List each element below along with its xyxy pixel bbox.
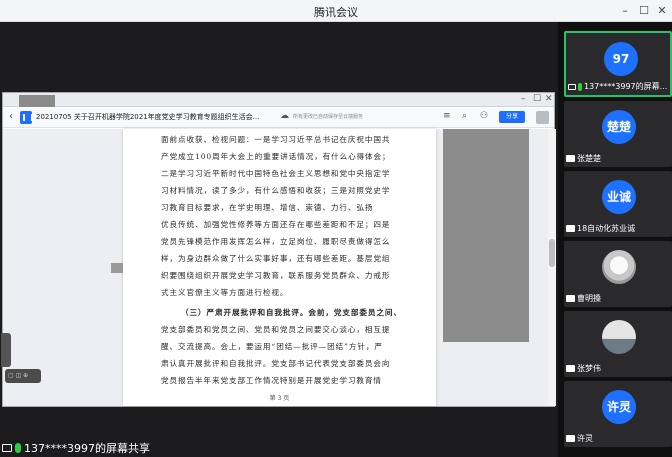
maximize-icon[interactable]: ☐ (533, 94, 541, 104)
screen-share-icon (2, 444, 12, 452)
doc-line: （三）严肃开展批评和自我批评。会前，党支部委员之间、 (181, 308, 402, 317)
camera-icon (566, 225, 575, 232)
document-toolbar: ‹ 20210705 关于召开机器学院2021年度党史学习教育专题组织生活会..… (3, 108, 554, 128)
mic-icon (578, 82, 582, 91)
shared-document-window: – ☐ ✕ ‹ 20210705 关于召开机器学院2021年度党史学习教育专题组… (1, 92, 556, 407)
search-icon[interactable]: ⌕ (462, 111, 467, 121)
camera-icon (566, 365, 575, 372)
window-title: 腾讯会议 (314, 6, 358, 19)
title-bar: 腾讯会议 – ☐ ✕ (0, 0, 672, 22)
redacted-region (443, 129, 529, 342)
side-panel-tab[interactable] (1, 333, 11, 367)
screen-share-icon (568, 83, 576, 90)
participant-name: 曹明搡 (577, 294, 601, 303)
close-icon[interactable]: ✕ (655, 4, 669, 18)
doc-line: 式主义官僚主义等方面进行检视。 (161, 288, 289, 297)
participant-name: 137****3997的屏幕... (584, 82, 668, 91)
doc-line: 二是学习习近平新时代中国特色社会主义思想和党中央指定学 (161, 169, 391, 178)
doc-line: 习材料情况，读了多少，有什么感悟和收获；三是对照党史学 (161, 186, 391, 195)
scroll-thumb[interactable] (549, 239, 555, 267)
participant-tile[interactable]: 张梦伟 (564, 311, 672, 377)
avatar: 97 (604, 42, 638, 76)
floating-toolbar[interactable]: ▢ ◫ ⊕ (5, 369, 41, 383)
doc-line: 醒、交流提高。会上，要运用“团结—批评—团结”方针，严 (161, 342, 383, 351)
doc-line: 面前点收获、检视问题：一是学习习近平总书记在庆祝中国共 (161, 135, 391, 144)
share-button[interactable]: 分享 (499, 111, 525, 123)
redacted-tab (19, 95, 55, 107)
browser-tab-bar: – ☐ ✕ (3, 93, 554, 107)
avatar[interactable] (536, 111, 549, 124)
participant-name: 18自动化苏业诚 (577, 224, 636, 233)
doc-line: 习教育目标要求，在学史明理、增信、崇德、力行、弘扬 (161, 203, 374, 212)
participant-label: 张梦伟 (566, 363, 601, 374)
add-user-icon[interactable]: ⚇ (480, 111, 488, 121)
avatar (602, 250, 636, 284)
meeting-app: 腾讯会议 – ☐ ✕ – ☐ ✕ ‹ 20210705 关于召开机器学院2021… (0, 0, 672, 457)
participant-label: 张楚楚 (566, 153, 601, 164)
doc-line: 优良传统、加强党性修养等方面还存在哪些差距和不足；四是 (161, 220, 391, 229)
back-arrow-icon[interactable]: ‹ (9, 111, 13, 122)
doc-line: 党员报告半年来党支部工作情况特别是开展党史学习教育情 (161, 376, 382, 385)
avatar: 业诚 (602, 180, 636, 214)
share-owner-name: 137****3997的屏幕共享 (24, 442, 150, 455)
participant-tile[interactable]: 许灵 许灵 (564, 381, 672, 447)
close-icon[interactable]: ✕ (545, 94, 553, 104)
avatar: 许灵 (602, 390, 636, 424)
participant-name: 许灵 (577, 434, 593, 443)
maximize-icon[interactable]: ☐ (637, 4, 651, 18)
participant-label: 18自动化苏业诚 (566, 223, 635, 234)
minimize-icon[interactable]: – (521, 94, 526, 104)
minimize-icon[interactable]: – (618, 4, 632, 18)
doc-line: 肃认真开展批评和自我批评。党支部书记代表党支部委员会向 (161, 359, 391, 368)
avatar: 楚楚 (602, 110, 636, 144)
participant-gallery: 97 137****3997的屏幕... 楚楚 张楚楚 业诚 18自动化苏业诚 (558, 22, 672, 457)
camera-icon (566, 435, 575, 442)
doc-line: 党员先锋模范作用发挥怎么样，立足岗位、履职尽责做得怎么 (161, 237, 391, 246)
doc-line: 织要围绕组织开展党史学习教育，联系服务党员群众、力戒形 (161, 271, 391, 280)
participant-label: 137****3997的屏幕... (568, 81, 667, 92)
doc-line: 党支部委员和党员之间、党员和党员之间要交心谈心，相互提 (161, 325, 391, 334)
avatar (602, 320, 636, 354)
participant-tile[interactable]: 楚楚 张楚楚 (564, 101, 672, 167)
menu-icon[interactable]: ≡ (443, 111, 451, 121)
save-status: 所有更改已自动保存至云端服务 (293, 114, 364, 120)
doc-line: 产党成立100周年大会上的重要讲话情况，有什么心得体会； (161, 152, 391, 161)
doc-line: 样，为身边群众做了什么实事好事，还有哪些差距。基层党组 (161, 254, 391, 263)
participant-tile[interactable]: 97 137****3997的屏幕... (564, 31, 672, 97)
scrollbar[interactable] (548, 129, 556, 406)
camera-icon (566, 295, 575, 302)
screen-share-stage: – ☐ ✕ ‹ 20210705 关于召开机器学院2021年度党史学习教育专题组… (0, 22, 558, 457)
document-title: 20210705 关于召开机器学院2021年度党史学习教育专题组织生活会... (36, 113, 260, 121)
participant-label: 曹明搡 (566, 293, 601, 304)
participant-tile[interactable]: 曹明搡 (564, 241, 672, 307)
mic-icon (15, 443, 21, 453)
participant-label: 许灵 (566, 433, 593, 444)
share-owner-label: 137****3997的屏幕共享 (2, 441, 150, 455)
docs-logo-icon (20, 111, 33, 124)
participant-tile[interactable]: 业诚 18自动化苏业诚 (564, 171, 672, 237)
camera-icon (566, 155, 575, 162)
page-number: 第 3 页 (269, 395, 290, 402)
document-page: 面前点收获、检视问题：一是学习习近平总书记在庆祝中国共 产党成立100周年大会上… (123, 129, 436, 406)
cloud-saved-icon: ☁ (280, 111, 289, 121)
participant-name: 张楚楚 (577, 154, 601, 163)
redacted-region (111, 263, 123, 273)
participant-name: 张梦伟 (577, 364, 601, 373)
